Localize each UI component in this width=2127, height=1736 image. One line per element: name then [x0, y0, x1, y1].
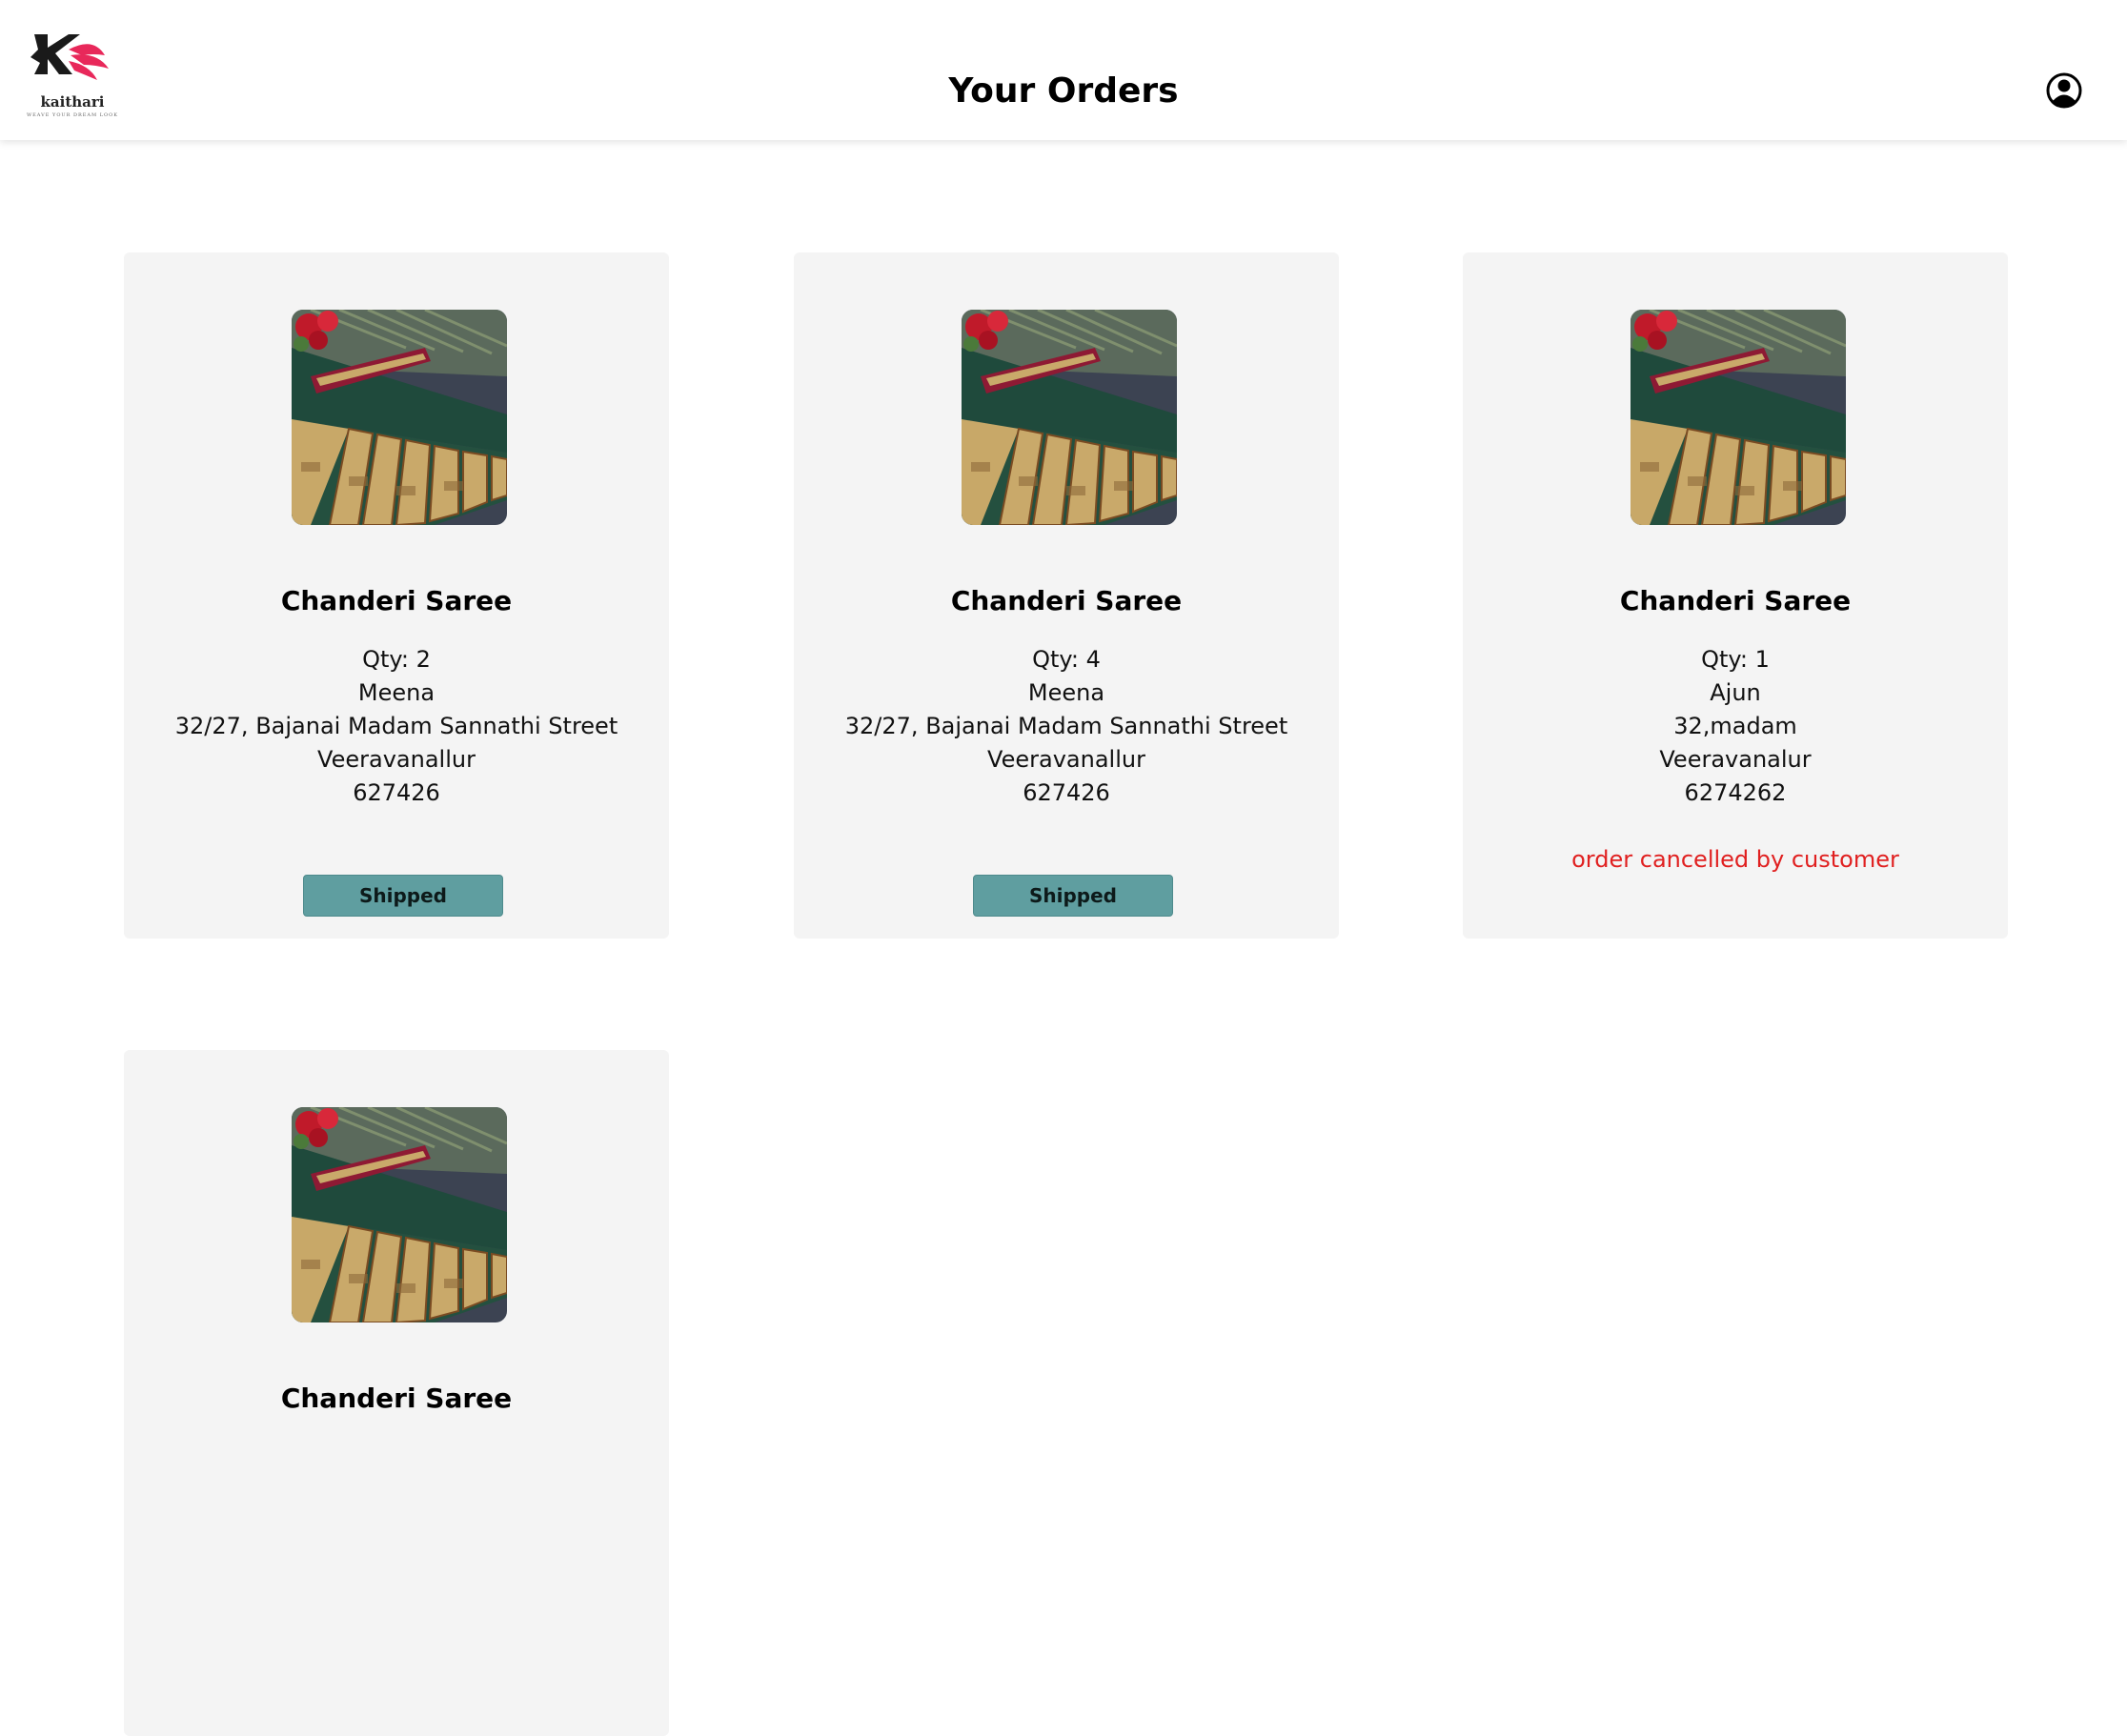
order-details: Qty: 2 Meena 32/27, Bajanai Madam Sannat…: [124, 643, 669, 810]
product-title: Chanderi Saree: [280, 585, 513, 616]
address-city: Veeravanallur: [317, 746, 476, 773]
order-details: Qty: 1 Ajun 32,madam Veeravanalur 627426…: [1463, 643, 2008, 810]
order-details: Qty: 4 Meena 32/27, Bajanai Madam Sannat…: [794, 643, 1339, 810]
product-image[interactable]: [962, 310, 1177, 525]
saree-image-icon: [292, 310, 507, 525]
saree-image-icon: [962, 310, 1177, 525]
cancellation-note: order cancelled by customer: [1571, 846, 1899, 873]
customer-name: Ajun: [1710, 679, 1761, 706]
address-pincode: 627426: [353, 779, 440, 806]
address-city: Veeravanallur: [987, 746, 1145, 773]
address-street: 32/27, Bajanai Madam Sannathi Street: [844, 713, 1288, 739]
product-title: Chanderi Saree: [280, 1383, 513, 1414]
top-header: kaithari WEAVE YOUR DREAM LOOK Your Orde…: [0, 0, 2127, 140]
order-card: Chanderi Saree: [124, 1050, 669, 1736]
product-image[interactable]: [292, 310, 507, 525]
order-card: Chanderi Saree Qty: 2 Meena 32/27, Bajan…: [124, 252, 669, 939]
order-card: Chanderi Saree Qty: 4 Meena 32/27, Bajan…: [794, 252, 1339, 939]
shipped-status-button[interactable]: Shipped: [973, 875, 1173, 917]
address-street: 32/27, Bajanai Madam Sannathi Street: [174, 713, 618, 739]
address-street: 32,madam: [1673, 713, 1797, 739]
order-qty: Qty: 1: [1701, 646, 1770, 673]
product-image[interactable]: [292, 1107, 507, 1322]
account-button[interactable]: [2045, 71, 2083, 110]
order-card: Chanderi Saree Qty: 1 Ajun 32,madam Veer…: [1463, 252, 2008, 939]
order-qty: Qty: 2: [362, 646, 431, 673]
saree-image-icon: [1631, 310, 1846, 525]
order-qty: Qty: 4: [1032, 646, 1101, 673]
customer-name: Meena: [1027, 679, 1105, 706]
saree-image-icon: [292, 1107, 507, 1322]
product-image[interactable]: [1631, 310, 1846, 525]
shipped-status-button[interactable]: Shipped: [303, 875, 503, 917]
user-circle-icon: [2046, 72, 2082, 109]
address-pincode: 627426: [1023, 779, 1110, 806]
address-pincode: 6274262: [1684, 779, 1787, 806]
product-title: Chanderi Saree: [950, 585, 1183, 616]
product-title: Chanderi Saree: [1619, 585, 1852, 616]
customer-name: Meena: [357, 679, 436, 706]
address-city: Veeravanalur: [1659, 746, 1812, 773]
page-title: Your Orders: [948, 71, 1179, 111]
